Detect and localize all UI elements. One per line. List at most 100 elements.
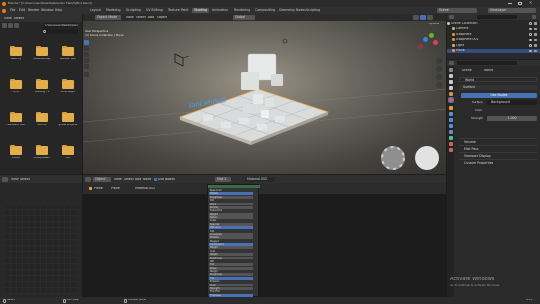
tab-modeling[interactable]: Modeling	[104, 8, 123, 13]
folder-item[interactable]: KashiFiy	[4, 45, 28, 67]
move-tool-icon[interactable]	[84, 52, 89, 57]
cursor-tool-icon[interactable]	[84, 46, 89, 51]
fb-menu-view[interactable]: View	[4, 17, 12, 20]
folder-item[interactable]: Greatng - E	[30, 78, 54, 100]
select-box-tool-icon[interactable]	[84, 40, 89, 45]
material-name-field[interactable]: Material.002	[245, 176, 275, 182]
visibility-eye-icon[interactable]	[529, 38, 532, 41]
back-arrow-icon[interactable]	[2, 23, 7, 28]
surface-panel-header[interactable]: Surface	[459, 85, 537, 90]
tab-animation[interactable]: Animation	[210, 8, 230, 13]
node-object-dropdown[interactable]: Object	[93, 176, 111, 182]
outliner-item[interactable]: Plane	[447, 48, 540, 53]
property-panel-header[interactable]: Custom Properties	[459, 159, 537, 165]
visibility-eye-icon[interactable]	[529, 22, 532, 25]
fb-menu-select[interactable]: Select	[14, 17, 24, 20]
outliner-editor-icon[interactable]	[449, 15, 454, 19]
node-menu-node[interactable]: Node	[143, 178, 151, 181]
blender-menu-icon[interactable]	[2, 8, 6, 13]
image-canvas[interactable]	[4, 206, 78, 294]
folder-item[interactable]: Boilnheight	[56, 78, 80, 100]
outliner-item[interactable]: Light	[447, 43, 540, 48]
zoom-icon[interactable]	[436, 58, 442, 64]
render-visibility-icon[interactable]	[534, 44, 537, 47]
use-nodes-checkbox[interactable]	[154, 177, 157, 181]
texture-tab-icon[interactable]	[448, 148, 453, 152]
tab-layout[interactable]: Layout	[88, 8, 103, 13]
node-canvas[interactable]	[83, 183, 446, 297]
visibility-eye-icon[interactable]	[529, 49, 532, 52]
modifier-tab-icon[interactable]	[448, 112, 453, 116]
object-mode-dropdown[interactable]: Object Mode	[95, 15, 121, 20]
tab-scripting[interactable]: Scripting	[304, 8, 322, 13]
navigation-gizmo[interactable]	[416, 32, 440, 56]
gizmo-neg-x[interactable]	[418, 44, 423, 49]
render-visibility-icon[interactable]	[534, 27, 537, 30]
folder-item[interactable]: grade projects	[56, 111, 80, 133]
gizmo-y-axis[interactable]	[429, 33, 434, 38]
property-panel-header[interactable]: Mist Pass	[459, 145, 537, 151]
node-menu-view[interactable]: View	[114, 178, 122, 181]
camera-view-icon[interactable]	[436, 74, 442, 80]
ie-menu-select[interactable]: Select	[20, 178, 30, 181]
menu-file[interactable]: File	[8, 8, 17, 13]
rotate-tool-icon[interactable]	[84, 58, 89, 63]
tab-rendering[interactable]: Rendering	[232, 8, 252, 13]
outliner-item[interactable]: Scene Collection	[447, 21, 540, 26]
transform-orientation-dropdown[interactable]: Global	[233, 15, 255, 20]
render-visibility-icon[interactable]	[534, 22, 537, 25]
tool-tab-icon[interactable]	[448, 68, 453, 72]
folder-item[interactable]: DINSB	[4, 144, 28, 166]
visibility-eye-icon[interactable]	[529, 44, 532, 47]
vp-menu-select[interactable]: Select	[136, 16, 146, 19]
particles-tab-icon[interactable]	[448, 118, 453, 122]
use-nodes-button[interactable]: Use Nodes	[461, 93, 537, 98]
render-visibility-icon[interactable]	[534, 49, 537, 52]
surface-shader-field[interactable]: Background	[487, 100, 537, 105]
maximize-button[interactable]	[518, 1, 522, 6]
scale-tool-icon[interactable]	[84, 64, 89, 69]
editor-type-icon[interactable]	[2, 176, 8, 182]
physics-tab-icon[interactable]	[448, 124, 453, 128]
node-editor-type-icon[interactable]	[85, 176, 91, 182]
viewport-options-button[interactable]: Options	[429, 23, 439, 26]
folder-item[interactable]: Old	[56, 144, 80, 166]
material-tab-icon[interactable]	[448, 142, 453, 146]
world-tab-icon[interactable]	[447, 97, 454, 103]
folder-item[interactable]: Github	[30, 111, 54, 133]
object-tab-icon[interactable]	[448, 106, 453, 110]
file-path-field[interactable]: C:\Users\user\Desktop\blender files\	[44, 23, 78, 28]
constraints-tab-icon[interactable]	[448, 130, 453, 134]
node-menu-add[interactable]: Add	[135, 178, 141, 181]
menu-help[interactable]: Help	[53, 8, 64, 13]
filter-icon[interactable]	[532, 15, 536, 19]
3d-viewport[interactable]: JanLehWiD User Perspective (1) Scene Col…	[83, 14, 446, 174]
annotate-tool-icon[interactable]	[84, 72, 89, 77]
data-tab-icon[interactable]	[448, 136, 453, 140]
view-layer-selector[interactable]: ViewLayer	[488, 8, 536, 13]
property-panel-header[interactable]: Viewport Display	[459, 152, 537, 158]
folder-item[interactable]: Feedback Mon	[4, 111, 28, 133]
vp-menu-view[interactable]: View	[126, 16, 134, 19]
render-visibility-icon[interactable]	[534, 38, 537, 41]
world-datablock-field[interactable]: World	[459, 77, 537, 82]
outliner-item[interactable]: Camera	[447, 27, 540, 32]
light-object-icon[interactable]	[282, 38, 288, 44]
tab-texture-paint[interactable]: Texture Paint	[166, 8, 191, 13]
strength-field[interactable]: 1.000	[487, 116, 537, 121]
property-panel-header[interactable]: Volume	[459, 138, 537, 144]
output-tab-icon[interactable]	[448, 80, 453, 84]
color-swatch[interactable]	[487, 108, 537, 113]
slot-dropdown[interactable]: Slot 1	[215, 176, 231, 182]
tab-compositing[interactable]: Compositing	[253, 8, 277, 13]
gizmo-z-axis[interactable]	[423, 37, 428, 42]
outliner-item[interactable]: Icosphere	[447, 32, 540, 37]
visibility-eye-icon[interactable]	[529, 33, 532, 36]
minimize-button[interactable]	[508, 3, 512, 4]
vp-menu-object[interactable]: Object	[157, 16, 167, 19]
folder-item[interactable]: Cloth	[4, 78, 28, 100]
tab-sculpting[interactable]: Sculpting	[124, 8, 143, 13]
gizmo-x-axis[interactable]	[433, 40, 438, 45]
shading-material-icon[interactable]	[420, 15, 426, 20]
visibility-eye-icon[interactable]	[529, 27, 532, 30]
